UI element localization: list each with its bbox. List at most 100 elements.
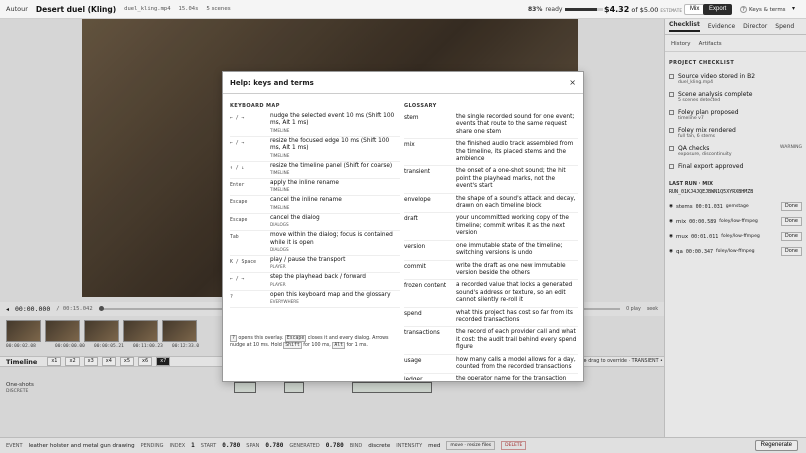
glossary-definition: the record of each provider call and wha… xyxy=(456,329,577,351)
ready-label: ready xyxy=(545,6,563,13)
glossary-entry: stem the single recorded sound for one ev… xyxy=(404,112,578,140)
key-description: open this keyboard map and the glossary E… xyxy=(270,292,400,305)
note-text: for 1 ms. xyxy=(346,342,368,348)
key-combo: Escape xyxy=(230,217,248,223)
key-description: step the playhead back / forward PLAYER xyxy=(270,274,400,287)
key-description: move within the dialog; focus is contain… xyxy=(270,232,400,253)
glossary-definition: a recorded value that locks a generated … xyxy=(456,282,573,304)
key-row: Escape cancel the dialog DIALOGS xyxy=(230,214,400,232)
glossary-definition: your uncommitted working copy of the tim… xyxy=(456,215,569,237)
key-row: ↑ / ↓ resize the timeline panel (Shift fo… xyxy=(230,162,400,180)
glossary-term: transactions xyxy=(404,330,440,337)
budget-indicator: $4.32 of $5.00 ESTIMATE xyxy=(604,5,682,14)
glossary: stem the single recorded sound for one ev… xyxy=(404,112,578,380)
glossary-entry: ledgerthe operator name for the transact… xyxy=(404,374,578,380)
key-row: ← / → nudge the selected event 10 ms (Shi… xyxy=(230,112,400,137)
dialog-title: Help: keys and terms xyxy=(230,78,314,87)
key-description: resize the focused edge 10 ms (Shift 100… xyxy=(270,138,400,159)
key-combo: Enter xyxy=(230,183,245,189)
file-name: duel_kling.mp4 xyxy=(124,6,171,12)
glossary-term: frozen content xyxy=(404,283,447,290)
key-scope: DIALOGS xyxy=(270,247,289,253)
note-text: opens this overlay. xyxy=(238,336,284,341)
key-combo: Tab xyxy=(230,235,239,241)
key-scope: TIMELINE xyxy=(270,127,290,133)
scene-count: 5 scenes xyxy=(206,6,231,12)
budget-spent: $4.32 xyxy=(604,5,630,14)
dialog-header: Help: keys and terms × xyxy=(223,72,583,94)
key-combo: K / Space xyxy=(230,260,256,266)
author-label: Autour xyxy=(6,5,28,13)
key-row: ← / → resize the focused edge 10 ms (Shif… xyxy=(230,137,400,162)
key-action: cancel the dialog xyxy=(270,214,320,221)
export-button[interactable]: Export xyxy=(703,4,733,15)
glossary-definition: the onset of a one-shot sound; the hit p… xyxy=(456,168,566,190)
glossary-term: mix xyxy=(404,142,415,149)
ready-progress-fill xyxy=(565,8,597,11)
glossary-term: commit xyxy=(404,263,426,270)
key-scope: TIMELINE xyxy=(270,187,290,193)
glossary-definition: the single recorded sound for one event;… xyxy=(456,114,575,135)
key-description: play / pause the transport PLAYER xyxy=(270,257,400,270)
key-description: cancel the inline rename TIMELINE xyxy=(270,197,400,210)
close-icon[interactable]: × xyxy=(569,78,576,87)
glossary-heading: GLOSSARY xyxy=(404,103,437,109)
glossary-entry: envelope the shape of a sound's attack an… xyxy=(404,194,578,214)
key-combo: ? xyxy=(230,294,233,300)
key-scope: TIMELINE xyxy=(270,170,290,176)
glossary-entry: transactions the record of each provider … xyxy=(404,327,578,355)
glossary-term: draft xyxy=(404,216,418,223)
glossary-term: stem xyxy=(404,115,419,121)
key-combo: ← / → xyxy=(230,116,245,121)
glossary-entry: mix the finished audio track assembled fr… xyxy=(404,139,578,167)
key-scope: TIMELINE xyxy=(270,152,290,158)
note-key: Alt xyxy=(332,341,345,349)
note-key: Shift xyxy=(283,341,302,349)
glossary-entry: usage how many calls a model allows for a… xyxy=(404,355,578,375)
key-scope: TIMELINE xyxy=(270,204,290,210)
key-row: ← / → step the playhead back / forward PLA… xyxy=(230,273,400,291)
ready-progress-bar xyxy=(565,8,604,11)
note-key: ? xyxy=(230,335,237,342)
chevron-down-icon[interactable]: ▾ xyxy=(792,5,795,12)
help-icon: ? xyxy=(740,6,747,13)
glossary-definition: the shape of a sound's attack and decay,… xyxy=(456,195,576,210)
key-combo: ↑ / ↓ xyxy=(230,165,245,171)
key-combo: Escape xyxy=(230,200,248,206)
glossary-definition: what this project has cost so far from i… xyxy=(456,309,573,323)
glossary-definition: the finished audio track assembled from … xyxy=(456,141,574,163)
budget-total: of $5.00 xyxy=(631,6,659,14)
key-description: resize the timeline panel (Shift for coa… xyxy=(270,163,400,176)
glossary-term: transient xyxy=(404,169,431,176)
key-combo: ← / → xyxy=(230,140,245,146)
key-row: Escape cancel the inline rename TIMELINE xyxy=(230,196,400,214)
glossary-term: usage xyxy=(404,357,422,364)
keyboard-map-heading: KEYBOARD MAP xyxy=(230,103,280,109)
key-scope: PLAYER xyxy=(270,281,286,287)
key-action: step the playhead back / forward xyxy=(270,274,366,281)
help-dialog: Help: keys and terms × KEYBOARD MAP GLOS… xyxy=(222,71,584,382)
glossary-entry: draft your uncommitted working copy of th… xyxy=(404,213,578,241)
key-description: apply the inline rename TIMELINE xyxy=(270,180,400,193)
glossary-entry: version one immutable state of the timeli… xyxy=(404,241,578,261)
keys-terms-label: Keys & terms xyxy=(749,7,786,13)
glossary-definition: write the draft as one new immutable ver… xyxy=(456,262,566,276)
key-description: nudge the selected event 10 ms (Shift 10… xyxy=(270,113,400,134)
glossary-definition: how many calls a model allows for a day,… xyxy=(456,356,576,370)
key-action: apply the inline rename xyxy=(270,180,340,187)
glossary-entry: transient the onset of a one-shot sound; … xyxy=(404,166,578,194)
glossary-definition: one immutable state of the timeline; swi… xyxy=(456,242,563,257)
glossary-entry: spend what this project has cost so far f… xyxy=(404,308,578,328)
key-action: resize the focused edge 10 ms (Shift 100… xyxy=(270,137,390,152)
note-text: for 100 ms, xyxy=(303,342,331,348)
keyboard-map: ← / → nudge the selected event 10 ms (Shi… xyxy=(230,112,400,404)
key-description: cancel the dialog DIALOGS xyxy=(270,215,400,228)
key-row: Tab move within the dialog; focus is cont… xyxy=(230,231,400,257)
key-scope: DIALOGS xyxy=(270,222,289,228)
keys-terms-button[interactable]: ? Keys & terms xyxy=(740,6,786,13)
duration-label: 15.04s xyxy=(178,6,199,12)
key-row: Enter apply the inline rename TIMELINE xyxy=(230,179,400,197)
ready-percent: 83% xyxy=(528,6,543,13)
key-action: nudge the selected event 10 ms (Shift 10… xyxy=(270,113,395,127)
keyboard-note: ? opens this overlay. Escape closes it a… xyxy=(230,335,402,349)
